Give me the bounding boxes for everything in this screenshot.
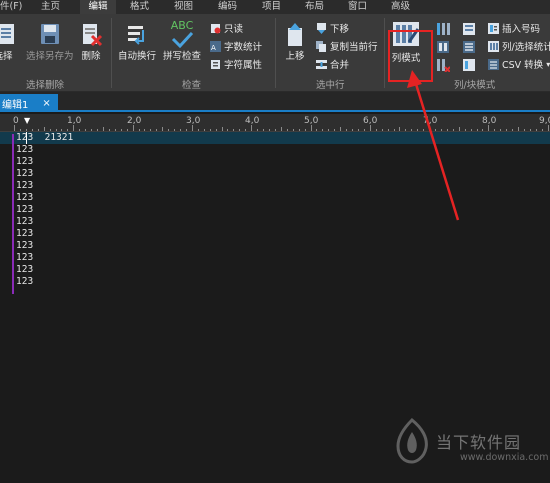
watermark-logo-icon (396, 418, 428, 464)
watermark-url: www.downxia.com (460, 452, 549, 463)
watermark-brand: 当下软件园 (436, 433, 522, 452)
annotation-arrow (407, 70, 460, 221)
